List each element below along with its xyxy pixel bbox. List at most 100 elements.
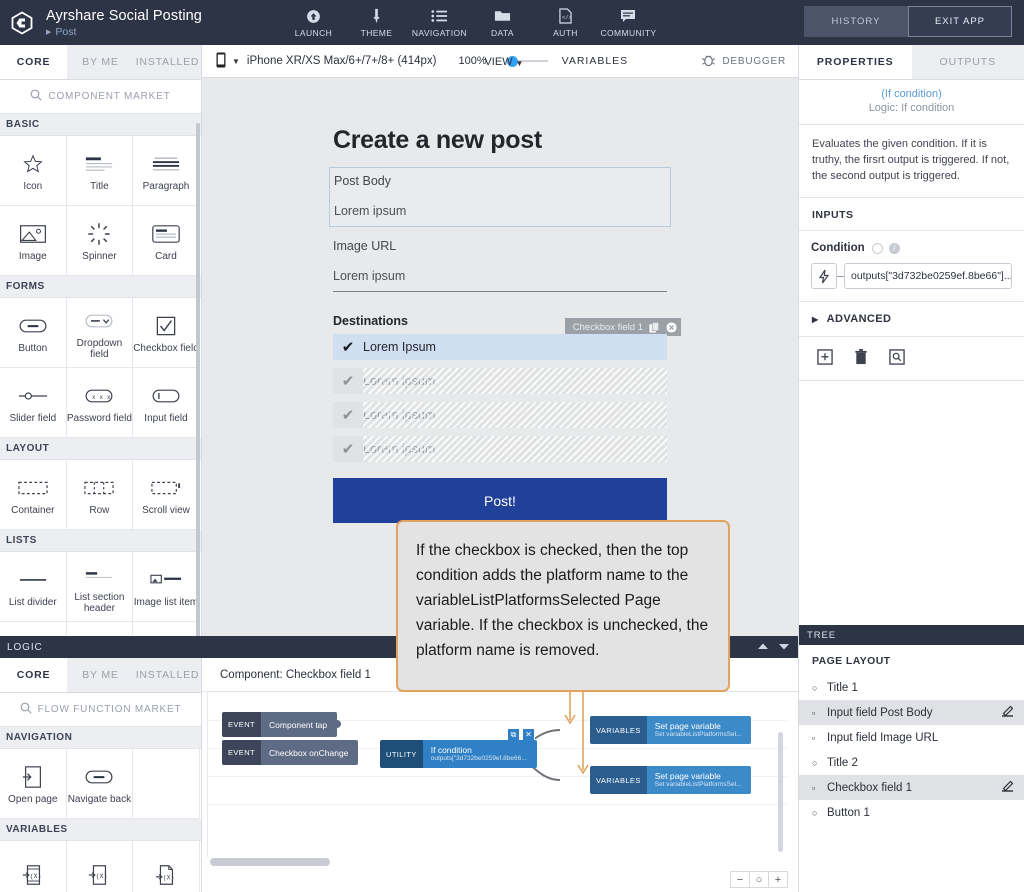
preview-checkbox-row-4[interactable]: ✔ Lorem ipsum [333,436,667,462]
tree-row-title-1[interactable]: ○ Title 1 [799,675,1024,700]
tab-installed[interactable]: INSTALLED [134,45,201,79]
lightning-icon[interactable] [811,263,837,289]
breadcrumb[interactable]: ▶ Post [46,26,202,38]
flow-node-set-page-variable-false[interactable]: VARIABLES Set page variable Set variable… [590,766,751,794]
advanced-section-toggle[interactable]: ▶ ADVANCED [799,302,1024,337]
flow-tab-installed[interactable]: INSTALLED [134,658,201,692]
trash-icon[interactable] [854,349,868,368]
top-nav-theme[interactable]: THEME [345,8,408,38]
flow-tab-by-me[interactable]: BY ME [67,658,134,692]
exit-app-button[interactable]: EXIT APP [908,6,1012,37]
tree-row-title-2[interactable]: ○ Title 2 [799,750,1024,775]
component-checkbox-field[interactable]: Checkbox field [133,298,200,368]
component-panel-scrollbar[interactable] [196,123,200,636]
reset-icon[interactable] [872,243,883,254]
component-button[interactable]: Button [0,298,67,368]
component-input-field[interactable]: Input field [133,368,200,438]
preview-checkbox-row-3[interactable]: ✔ Lorem ipsum [333,402,667,428]
tab-outputs[interactable]: OUTPUTS [912,45,1024,79]
variables-toggle[interactable]: VARIABLES [562,55,629,67]
flow-zoom-reset-button[interactable]: ○ [749,871,769,888]
preview-input-image-url[interactable]: Image URL Lorem ipsum [333,239,667,292]
pencil-icon[interactable] [1001,780,1015,795]
flow-zoom-in-button[interactable]: + [768,871,788,888]
component-list-item-extra-2[interactable] [67,622,134,636]
component-icon[interactable]: Icon [0,136,67,206]
top-nav-navigation-label: NAVIGATION [412,28,467,38]
flow-function-market-search[interactable]: FLOW FUNCTION MARKET [0,693,201,727]
component-list-divider[interactable]: List divider [0,552,67,622]
preview-checkbox-row-2[interactable]: ✔ Lorem ipsum [333,368,667,394]
square-bullet-icon: ▫ [812,733,827,743]
component-paragraph[interactable]: Paragraph [133,136,200,206]
flow-navigate-back[interactable]: Navigate back [67,749,134,819]
component-password-field[interactable]: x x x Password field [67,368,134,438]
flow-node-set-page-variable-true[interactable]: VARIABLES Set page variable Set variable… [590,716,751,744]
tab-properties[interactable]: PROPERTIES [799,45,912,79]
component-spinner[interactable]: Spinner [67,206,134,276]
flow-canvas-horizontal-scrollbar[interactable] [210,858,790,866]
flow-scrollbar-thumb[interactable] [210,858,330,866]
flow-zoom-out-button[interactable]: − [730,871,750,888]
close-circle-icon[interactable] [666,322,677,333]
search-box-icon[interactable] [889,349,905,368]
tab-by-me[interactable]: BY ME [67,45,134,79]
tree-row-checkbox-field-1[interactable]: ▫ Checkbox field 1 [799,775,1024,800]
preview-input-post-body[interactable]: Post Body Lorem ipsum [329,167,671,227]
inputs-header: INPUTS [799,198,1024,231]
flow-tab-core[interactable]: CORE [0,658,67,692]
component-image[interactable]: Image [0,206,67,276]
flow-app-variable[interactable]: (X) [67,841,134,892]
flow-node-component-tap[interactable]: EVENT Component tap [222,712,337,737]
debugger-button[interactable]: DEBUGGER [701,53,786,70]
flow-node-if-condition[interactable]: UTILITY If condition outputs["3d732be025… [380,740,537,768]
top-nav-community[interactable]: COMMUNITY [597,8,660,38]
component-row[interactable]: Row [67,460,134,530]
tree-row-input-field-post-body[interactable]: ▫ Input field Post Body [799,700,1024,725]
component-image-list-item[interactable]: Image list item [133,552,200,622]
copy-icon[interactable] [649,322,660,333]
flow-canvas[interactable]: EVENT Component tap EVENT Checkbox onCha… [207,692,787,857]
tree-row-button-1[interactable]: ○ Button 1 [799,800,1024,825]
top-nav-navigation[interactable]: NAVIGATION [408,8,471,38]
component-dropdown-field[interactable]: Dropdown field [67,298,134,368]
zoom-group: 100% VIEW ▼ VARIABLES [458,55,628,67]
device-selector[interactable]: ▼ iPhone XR/XS Max/6+/7+/8+ (414px) [216,52,436,71]
component-market-label: COMPONENT MARKET [48,91,170,102]
tab-core[interactable]: CORE [0,45,67,79]
component-slider-field[interactable]: Slider field [0,368,67,438]
component-list-item-extra-1[interactable] [0,622,67,636]
component-scroll-view[interactable]: Scroll view [133,460,200,530]
component-list-section-header[interactable]: List section header [67,552,134,622]
condition-value-field[interactable]: outputs["3d732be0259ef.8be66"].... [844,263,1012,289]
pencil-icon[interactable] [1001,705,1015,720]
top-nav-launch[interactable]: LAUNCH [282,8,345,38]
app-logo[interactable] [0,0,44,45]
chevron-up-icon[interactable] [757,640,769,654]
flow-page-variable[interactable]: (X) [0,841,67,892]
history-button[interactable]: HISTORY [804,6,908,37]
top-nav-auth[interactable]: </> AUTH [534,8,597,38]
flow-local-variable[interactable]: (X) [133,841,200,892]
flow-canvas-vertical-scrollbar[interactable] [778,732,783,852]
flow-open-page[interactable]: Open page [0,749,67,819]
component-container[interactable]: Container [0,460,67,530]
component-list-item-extra-3[interactable] [133,622,200,636]
top-nav-data[interactable]: DATA [471,8,534,38]
preview-checkbox-row-1[interactable]: ✔ Lorem Ipsum [333,334,667,360]
tree-row-input-field-image-url[interactable]: ▫ Input field Image URL [799,725,1024,750]
view-selector-label[interactable]: VIEW [484,56,512,68]
component-title[interactable]: Title [67,136,134,206]
flow-node-checkbox-onchange[interactable]: EVENT Checkbox onChange [222,740,358,765]
flow-panel-tabs: CORE BY ME INSTALLED [0,658,201,693]
component-market-search[interactable]: COMPONENT MARKET [0,80,201,114]
node-description: Evaluates the given condition. If it is … [799,125,1024,198]
tree-row-label: Title 2 [827,757,1015,769]
info-icon[interactable]: i [889,243,900,254]
component-card[interactable]: Card [133,206,200,276]
add-box-icon[interactable] [817,349,833,368]
chevron-down-icon[interactable] [778,640,790,654]
preview-post-button[interactable]: Post! [333,478,667,523]
preview-image-url-label: Image URL [333,239,667,253]
flow-node-output-port[interactable] [333,720,341,728]
